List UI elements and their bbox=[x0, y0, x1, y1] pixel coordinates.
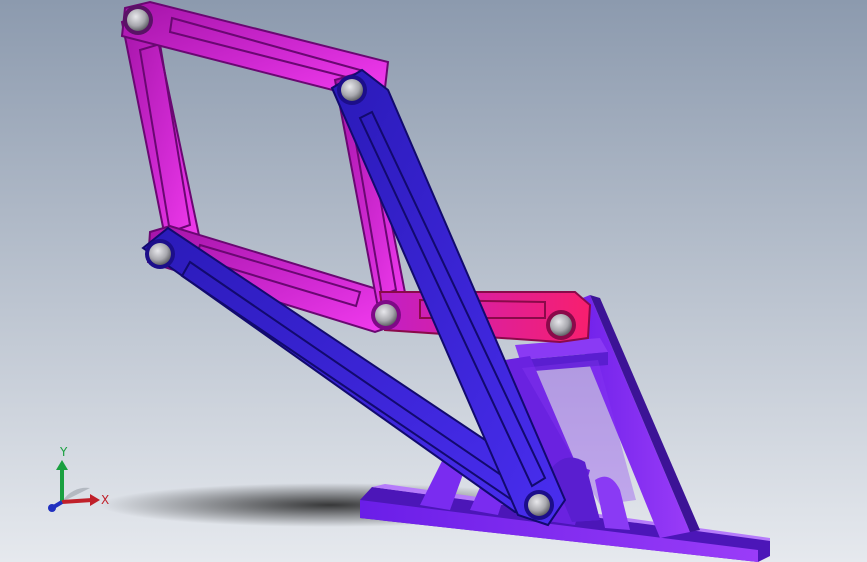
x-axis-label: X bbox=[101, 493, 109, 507]
pivot-pin-top-right[interactable] bbox=[337, 75, 367, 105]
pivot-pin-center[interactable] bbox=[371, 300, 401, 330]
pivot-pin-bracket[interactable] bbox=[546, 310, 576, 340]
x-axis-arrow bbox=[61, 498, 93, 504]
pivot-pin-top-left[interactable] bbox=[123, 5, 153, 35]
pivot-pin-bottom[interactable] bbox=[524, 490, 554, 520]
model-canvas[interactable]: Y X bbox=[0, 0, 867, 562]
cad-3d-viewport[interactable]: Y X bbox=[0, 0, 867, 562]
pivot-pin-left-middle[interactable] bbox=[145, 239, 175, 269]
y-axis-label: Y bbox=[59, 445, 68, 459]
